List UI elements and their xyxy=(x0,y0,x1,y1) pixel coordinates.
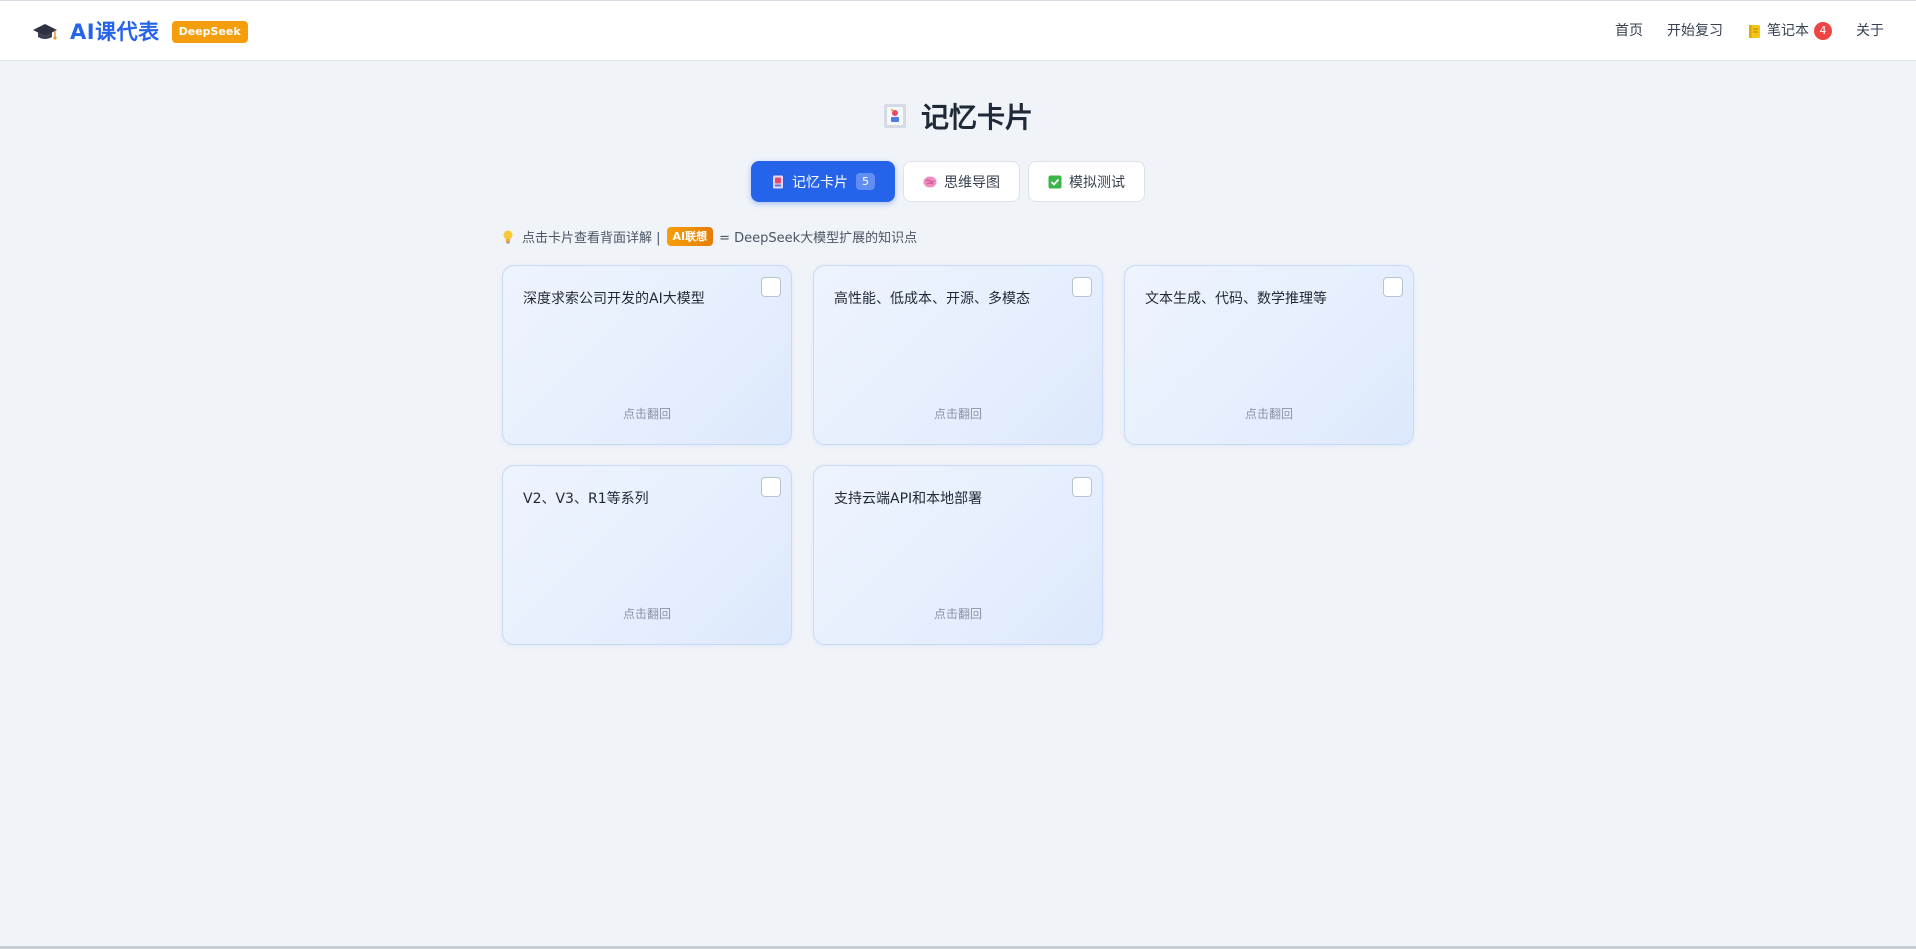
brand-title: AI课代表 xyxy=(70,20,160,44)
nav-notebook[interactable]: 笔记本 4 xyxy=(1747,19,1832,43)
card-flip-hint: 点击翻回 xyxy=(622,407,671,421)
card-flip-hint: 点击翻回 xyxy=(933,407,982,421)
card-text: 文本生成、代码、数学推理等 xyxy=(1145,291,1327,307)
card-text: 支持云端API和本地部署 xyxy=(834,491,983,507)
brand-badge: DeepSeek xyxy=(171,21,248,43)
brain-icon xyxy=(923,176,937,187)
card-text: 深度求索公司开发的AI大模型 xyxy=(523,291,705,307)
card-deck-icon xyxy=(883,104,906,128)
page-title: 记忆卡片 xyxy=(0,96,1916,136)
notebook-count-badge: 4 xyxy=(1814,22,1832,40)
hint-explanation: = DeepSeek大模型扩展的知识点 xyxy=(719,231,918,246)
light-bulb-icon xyxy=(503,230,513,243)
nav-about[interactable]: 关于 xyxy=(1856,19,1884,43)
tab-mock-test[interactable]: 模拟测试 xyxy=(1028,161,1145,202)
card-flip-hint: 点击翻回 xyxy=(933,607,982,621)
nav-notebook-label: 笔记本 xyxy=(1767,23,1809,39)
card-checkbox[interactable] xyxy=(761,277,781,297)
nav-review[interactable]: 开始复习 xyxy=(1667,19,1723,43)
hint-text: 点击卡片查看背面详解 | xyxy=(522,231,661,246)
brand[interactable]: AI课代表 DeepSeek xyxy=(32,19,248,45)
card-icon xyxy=(773,175,783,188)
memory-card[interactable]: 深度求索公司开发的AI大模型 点击翻回 xyxy=(502,265,792,445)
card-checkbox[interactable] xyxy=(761,477,781,497)
nav-home[interactable]: 首页 xyxy=(1615,19,1643,43)
card-text: V2、V3、R1等系列 xyxy=(523,491,649,507)
tab-memory-cards-count: 5 xyxy=(856,173,875,190)
tab-mind-map[interactable]: 思维导图 xyxy=(903,161,1020,202)
check-box-icon xyxy=(1048,175,1062,188)
view-tabs: 记忆卡片 5 思维导图 模拟测试 xyxy=(751,161,1145,202)
card-text: 高性能、低成本、开源、多模态 xyxy=(834,291,1030,307)
hint-bar: 点击卡片查看背面详解 | AI联想 = DeepSeek大模型扩展的知识点 xyxy=(502,227,917,246)
card-flip-hint: 点击翻回 xyxy=(622,607,671,621)
page-title-text: 记忆卡片 xyxy=(920,101,1033,134)
notebook-icon xyxy=(1749,24,1760,38)
graduation-cap-icon xyxy=(33,24,57,40)
tab-mock-test-label: 模拟测试 xyxy=(1069,174,1125,191)
tab-mind-map-label: 思维导图 xyxy=(944,174,1000,191)
top-nav: 首页 开始复习 笔记本 4 关于 xyxy=(1615,19,1884,43)
memory-card[interactable]: 高性能、低成本、开源、多模态 点击翻回 xyxy=(813,265,1103,445)
ai-association-tag: AI联想 xyxy=(666,227,714,246)
card-checkbox[interactable] xyxy=(1072,477,1092,497)
memory-card[interactable]: V2、V3、R1等系列 点击翻回 xyxy=(502,465,792,645)
top-header: AI课代表 DeepSeek 首页 开始复习 笔记本 4 关于 xyxy=(0,0,1916,61)
card-checkbox[interactable] xyxy=(1383,277,1403,297)
memory-card[interactable]: 文本生成、代码、数学推理等 点击翻回 xyxy=(1124,265,1414,445)
memory-card[interactable]: 支持云端API和本地部署 点击翻回 xyxy=(813,465,1103,645)
tab-memory-cards[interactable]: 记忆卡片 5 xyxy=(751,161,895,202)
tab-memory-cards-label: 记忆卡片 xyxy=(792,174,848,191)
card-flip-hint: 点击翻回 xyxy=(1244,407,1293,421)
card-checkbox[interactable] xyxy=(1072,277,1092,297)
